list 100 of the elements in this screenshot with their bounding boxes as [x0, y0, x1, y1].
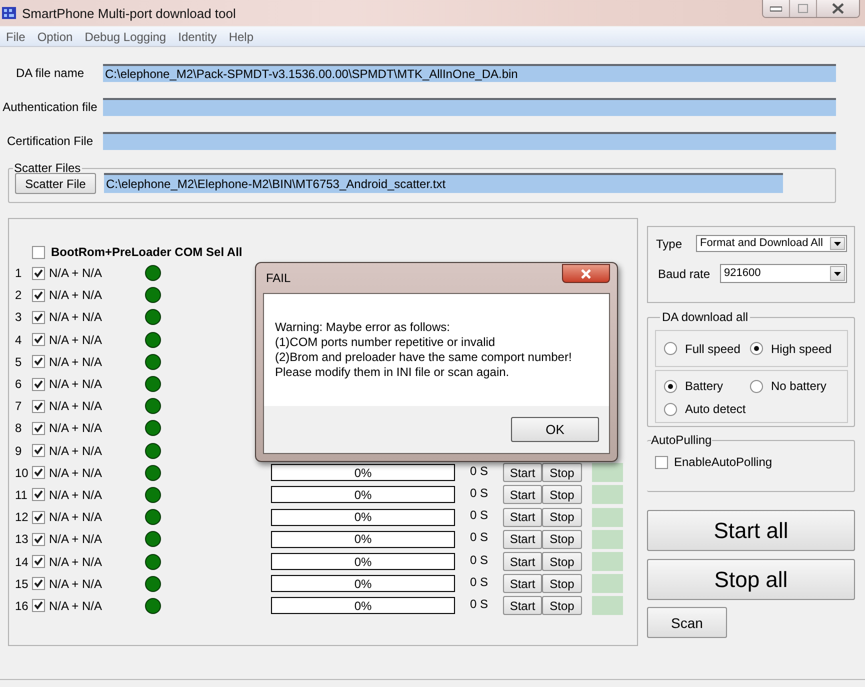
checkbox[interactable] [32, 488, 45, 502]
progress-text: 0% [354, 598, 372, 613]
radio-option[interactable]: High speed [750, 342, 836, 356]
port-name: N/A + N/A [49, 354, 104, 369]
elapsed-time: 0 S [468, 574, 489, 589]
port-name: N/A + N/A [49, 332, 104, 347]
file-path-field[interactable]: C:\elephone_M2\Pack-SPMDT-v3.1536.00.00\SPMDT\MTK_AllInOne_DA.bin [103, 64, 836, 82]
stop-button[interactable]: Stop [542, 508, 582, 527]
port-name: N/A + N/A [49, 288, 104, 302]
close-icon [831, 3, 845, 14]
checkbox[interactable] [32, 246, 45, 258]
start-button[interactable]: Start [503, 508, 542, 527]
type-label: Type [656, 236, 684, 250]
menu-item[interactable]: Help [222, 30, 260, 44]
status-box [592, 552, 623, 572]
dropdown-arrow-icon [834, 242, 841, 246]
start-button[interactable]: Start [503, 530, 542, 549]
checkbox[interactable] [32, 310, 45, 324]
minimize-icon [770, 6, 782, 12]
start-button[interactable]: Start [503, 552, 542, 572]
select-all-label: BootRom+PreLoader COM Sel All [51, 245, 242, 259]
progress-text: 0% [354, 510, 372, 524]
checkbox[interactable] [32, 378, 45, 391]
field-label: DA file name [14, 66, 86, 80]
radio-option[interactable]: Battery [664, 379, 750, 393]
checkbox[interactable] [32, 466, 45, 480]
stop-button[interactable]: Stop [542, 530, 582, 549]
checkbox[interactable] [32, 599, 45, 612]
scatter-file-button[interactable]: Scatter File [15, 173, 96, 194]
checkbox[interactable] [32, 444, 45, 458]
port-name: N/A + N/A [49, 399, 104, 414]
status-box [592, 463, 623, 482]
port-number: 3 [15, 310, 23, 324]
checkbox[interactable] [32, 510, 45, 524]
radio-option[interactable]: Auto detect [664, 402, 750, 416]
message-text: (2)Brom and preloader have the same comport number! [275, 350, 573, 365]
port-number: 8 [15, 421, 23, 436]
port-number: 7 [15, 399, 23, 414]
file-path-field[interactable] [103, 132, 836, 150]
status-box [592, 596, 623, 616]
elapsed-time: 0 S [468, 530, 489, 544]
start-button[interactable]: Start [503, 485, 542, 504]
progress-text: 0% [354, 488, 372, 502]
file-path-field[interactable] [103, 98, 836, 116]
dropdown-arrow-icon [834, 272, 841, 276]
radio-option[interactable]: No battery [750, 379, 836, 393]
stop-button[interactable]: Stop [542, 574, 582, 594]
stop-button[interactable]: Stop [542, 552, 582, 572]
baud-rate-dropdown[interactable]: 921600 [720, 264, 847, 283]
start-button[interactable]: Start [503, 596, 542, 616]
checkbox[interactable] [32, 422, 45, 435]
checkbox[interactable] [32, 288, 45, 302]
progress-text: 0% [354, 576, 372, 591]
ok-button[interactable]: OK [511, 417, 599, 442]
stop-button[interactable]: Stop [542, 596, 582, 616]
stop-button[interactable]: Stop [542, 463, 582, 482]
status-box [592, 574, 623, 594]
port-number: 14 [15, 554, 30, 569]
elapsed-time: 0 S [468, 464, 489, 478]
close-button[interactable] [562, 264, 610, 283]
maximize-icon [798, 4, 808, 13]
port-name: N/A + N/A [49, 377, 104, 392]
port-name: N/A + N/A [49, 532, 104, 546]
port-name: N/A + N/A [49, 510, 104, 524]
port-name: N/A + N/A [49, 310, 104, 324]
start-button[interactable]: Start [503, 463, 542, 482]
baud-rate-label: Baud rate [657, 266, 712, 280]
stop-button[interactable]: Stop [542, 485, 582, 504]
checkbox[interactable] [32, 355, 45, 368]
scan-button[interactable]: Scan [647, 607, 727, 638]
type-dropdown[interactable]: Format and Download All [696, 235, 847, 252]
checkbox[interactable] [32, 555, 45, 568]
stop-all-button[interactable]: Stop all [647, 559, 855, 600]
port-number: 2 [15, 288, 23, 302]
dialog-title: FAIL [266, 271, 291, 285]
checkbox[interactable] [32, 333, 45, 346]
menu-item[interactable]: Debug Logging [78, 30, 172, 44]
radio-option[interactable]: Full speed [664, 342, 750, 356]
checkbox[interactable] [32, 532, 45, 546]
message-text: (1)COM ports number repetitive or invalid [275, 335, 496, 350]
elapsed-time: 0 S [468, 552, 489, 567]
close-button[interactable] [817, 0, 859, 17]
app-icon [2, 6, 16, 20]
menu-item[interactable]: File [0, 30, 32, 44]
checkbox[interactable] [655, 456, 668, 468]
menu-item[interactable]: Option [31, 30, 79, 44]
progress-text: 0% [354, 554, 372, 569]
status-box [592, 530, 623, 549]
message-text: Please modify them in INI file or scan again. [275, 365, 510, 380]
port-name: N/A + N/A [49, 576, 104, 591]
checkbox[interactable] [32, 400, 45, 413]
menu-item[interactable]: Identity [172, 30, 223, 44]
port-number: 13 [15, 532, 30, 546]
window-title: SmartPhone Multi-port download tool [22, 6, 236, 20]
start-button[interactable]: Start [503, 574, 542, 594]
start-all-button[interactable]: Start all [647, 510, 855, 551]
checkbox[interactable] [32, 577, 45, 590]
scatter-path-field[interactable]: C:\elephone_M2\Elephone-M2\BIN\MT6753_Android_scatter.txt [104, 173, 783, 193]
minimize-button[interactable] [763, 0, 790, 17]
checkbox[interactable] [32, 266, 45, 280]
